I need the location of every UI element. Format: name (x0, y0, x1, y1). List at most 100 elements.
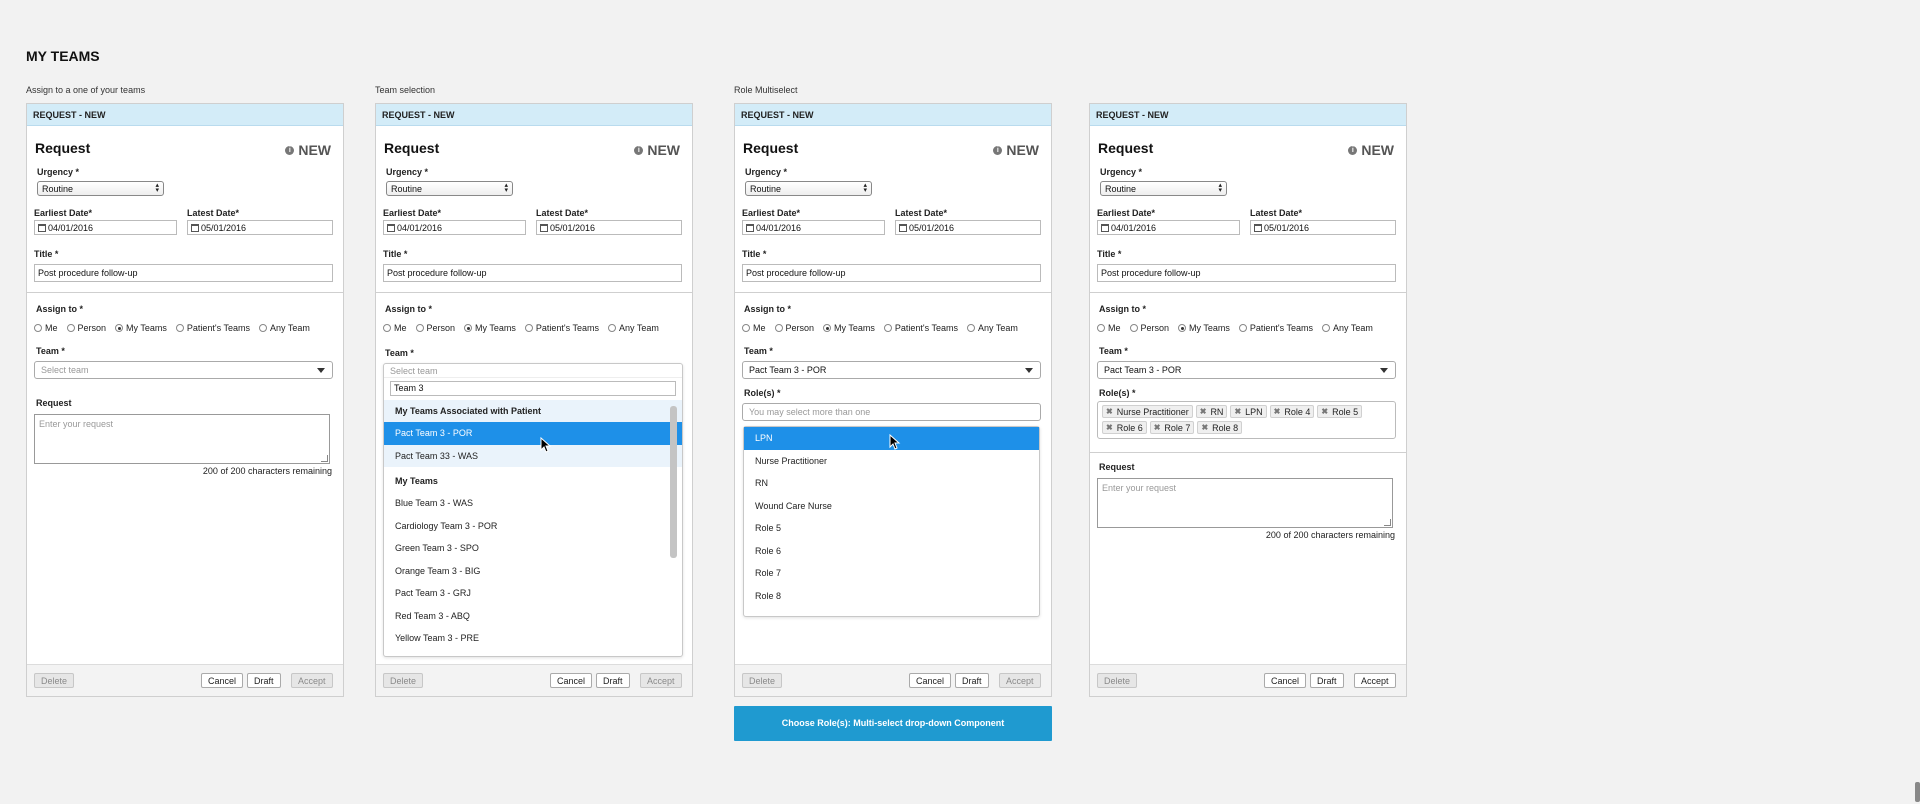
role-option[interactable]: Role 6 (744, 540, 1039, 563)
latest-date-input[interactable]: 05/01/2016 (187, 220, 333, 235)
radio-patients-teams[interactable]: Patient's Teams (1238, 323, 1313, 333)
urgency-select[interactable]: Routine ▴ ▾ (37, 181, 164, 196)
draft-button[interactable]: Draft (247, 673, 281, 688)
team-option-highlighted[interactable]: Pact Team 3 - POR (384, 422, 682, 445)
team-option[interactable]: Orange Team 3 - BIG (384, 560, 682, 583)
team-dropdown[interactable]: Pact Team 3 - POR (1097, 361, 1396, 379)
radio-patients-teams[interactable]: Patient's Teams (524, 323, 599, 333)
cancel-button[interactable]: Cancel (909, 673, 952, 688)
role-tag[interactable]: ✖ RN (1195, 405, 1228, 418)
request-textarea[interactable]: Enter your request (1097, 478, 1393, 528)
radio-me[interactable]: Me (34, 323, 58, 333)
urgency-select[interactable]: Routine ▴ ▾ (1100, 181, 1227, 196)
role-tag[interactable]: ✖ Nurse Practitioner (1102, 405, 1193, 418)
role-tag[interactable]: ✖ LPN (1230, 405, 1267, 418)
urgency-label: Urgency * (1100, 167, 1143, 177)
radio-me[interactable]: Me (383, 323, 407, 333)
team-search-input[interactable]: Team 3 (390, 381, 676, 396)
role-option[interactable]: Role 8 (744, 585, 1039, 608)
role-tag[interactable]: ✖ Role 6 (1102, 421, 1147, 434)
accept-button[interactable]: Accept (1354, 673, 1396, 688)
earliest-date-input[interactable]: 04/01/2016 (34, 220, 177, 235)
accept-button[interactable]: Accept (640, 673, 682, 688)
radio-my-teams[interactable]: My Teams (115, 323, 167, 333)
roles-multiselect[interactable]: ✖ Nurse Practitioner ✖ RN ✖ LPN ✖ Role 4 ✖ Role 5… (1097, 401, 1396, 439)
delete-button[interactable]: Delete (383, 673, 424, 688)
roles-input[interactable]: You may select more than one (742, 403, 1041, 421)
radio-person[interactable]: Person (66, 323, 106, 333)
info-icon[interactable]: i (285, 145, 295, 155)
title-input[interactable]: Post procedure follow-up (34, 264, 333, 282)
latest-date-label: Latest Date* (1250, 208, 1303, 218)
latest-date-input[interactable]: 05/01/2016 (1250, 220, 1396, 235)
radio-person[interactable]: Person (774, 323, 814, 333)
role-tag[interactable]: ✖ Role 4 (1269, 405, 1315, 418)
accept-button[interactable]: Accept (999, 673, 1041, 688)
urgency-select[interactable]: Routine ▴ ▾ (745, 181, 872, 196)
radio-patients-teams[interactable]: Patient's Teams (883, 323, 958, 333)
accept-button[interactable]: Accept (291, 673, 333, 688)
radio-any-team[interactable]: Any Team (1321, 323, 1373, 333)
request-textarea[interactable]: Enter your request (34, 414, 330, 464)
role-tag[interactable]: ✖ Role 8 (1197, 421, 1243, 434)
radio-me[interactable]: Me (1097, 323, 1121, 333)
draft-button[interactable]: Draft (1310, 673, 1344, 688)
radio-patients-teams[interactable]: Patient's Teams (175, 323, 250, 333)
team-dropdown[interactable]: Select team (34, 361, 333, 379)
team-option[interactable]: Cardiology Team 3 - POR (384, 515, 682, 538)
delete-button[interactable]: Delete (1097, 673, 1138, 688)
choose-roles-button[interactable]: Choose Role(s): Multi-select drop-down C… (734, 706, 1052, 741)
role-tag[interactable]: ✖ Role 5 (1317, 405, 1363, 418)
request-panel-4: REQUEST - NEW Request i NEW Urgency * Rou… (1089, 103, 1407, 697)
calendar-icon (540, 223, 548, 232)
team-dropdown[interactable]: Pact Team 3 - POR (742, 361, 1041, 379)
radio-me[interactable]: Me (742, 323, 766, 333)
team-option[interactable]: Blue Team 3 - WAS (384, 492, 682, 515)
role-option[interactable]: Wound Care Nurse (744, 495, 1039, 518)
radio-my-teams[interactable]: My Teams (823, 323, 875, 333)
role-tag[interactable]: ✖ Role 7 (1149, 421, 1195, 434)
title-input[interactable]: Post procedure follow-up (742, 264, 1041, 282)
cancel-button[interactable]: Cancel (550, 673, 593, 688)
team-option[interactable]: Pact Team 33 - WAS (384, 444, 682, 467)
role-option[interactable]: Role 5 (744, 517, 1039, 540)
radio-person[interactable]: Person (415, 323, 455, 333)
latest-date-input[interactable]: 05/01/2016 (536, 220, 682, 235)
earliest-date-input[interactable]: 04/01/2016 (1097, 220, 1240, 235)
title-input[interactable]: Post procedure follow-up (383, 264, 682, 282)
cancel-button[interactable]: Cancel (1264, 673, 1307, 688)
draft-button[interactable]: Draft (596, 673, 630, 688)
urgency-select[interactable]: Routine ▴ ▾ (386, 181, 513, 196)
radio-my-teams[interactable]: My Teams (1178, 323, 1230, 333)
latest-date-input[interactable]: 05/01/2016 (895, 220, 1041, 235)
page-scrollbar[interactable] (1915, 782, 1920, 802)
team-option[interactable]: Pact Team 3 - GRJ (384, 582, 682, 605)
earliest-date-input[interactable]: 04/01/2016 (742, 220, 885, 235)
updown-icon: ▴ ▾ (504, 182, 508, 194)
team-dropdown-placeholder[interactable]: Select team (384, 364, 682, 378)
role-option[interactable]: RN (744, 472, 1039, 495)
delete-button[interactable]: Delete (34, 673, 75, 688)
role-option[interactable]: Nurse Practitioner (744, 450, 1039, 473)
role-option[interactable]: Role 7 (744, 562, 1039, 585)
team-dropdown-open: Select team Team 3 My Teams Associated w… (383, 363, 683, 657)
radio-my-teams[interactable]: My Teams (464, 323, 516, 333)
chevron-down-icon (317, 368, 325, 373)
draft-button[interactable]: Draft (955, 673, 989, 688)
dropdown-scrollbar[interactable] (670, 406, 677, 558)
radio-any-team[interactable]: Any Team (966, 323, 1018, 333)
radio-any-team[interactable]: Any Team (607, 323, 659, 333)
team-option[interactable]: Green Team 3 - SPO (384, 537, 682, 560)
info-icon[interactable]: i (634, 145, 644, 155)
radio-person[interactable]: Person (1129, 323, 1169, 333)
earliest-date-input[interactable]: 04/01/2016 (383, 220, 526, 235)
radio-any-team[interactable]: Any Team (258, 323, 310, 333)
team-option[interactable]: Red Team 3 - ABQ (384, 605, 682, 628)
title-input[interactable]: Post procedure follow-up (1097, 264, 1396, 282)
team-label: Team * (36, 346, 65, 356)
info-icon[interactable]: i (1348, 145, 1358, 155)
info-icon[interactable]: i (993, 145, 1003, 155)
delete-button[interactable]: Delete (742, 673, 783, 688)
team-option[interactable]: Yellow Team 3 - PRE (384, 627, 682, 650)
cancel-button[interactable]: Cancel (201, 673, 244, 688)
